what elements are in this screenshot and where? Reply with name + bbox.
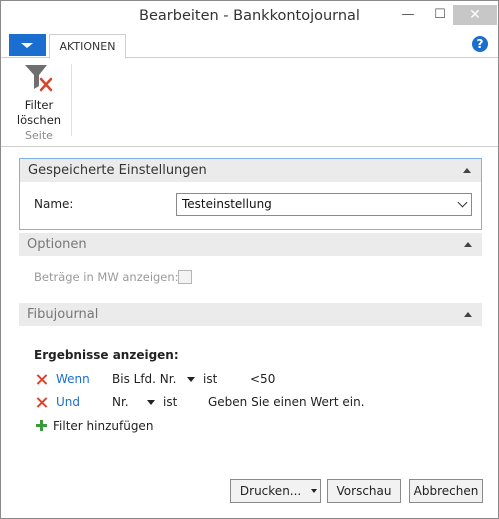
collapse-caret-icon[interactable]	[464, 312, 472, 317]
clear-filter-label-1: Filter	[24, 98, 54, 112]
filter-field[interactable]: Bis Lfd. Nr.	[112, 372, 176, 386]
clear-filter-icon	[25, 65, 53, 92]
field-dropdown-icon[interactable]	[147, 400, 155, 405]
print-dropdown-icon[interactable]	[311, 489, 318, 493]
options-title: Optionen	[27, 237, 87, 252]
add-filter-icon[interactable]	[36, 420, 47, 431]
saved-settings-header[interactable]: Gespeicherte Einstellungen	[20, 159, 481, 182]
dialog-window: Bearbeiten - Bankkontojournal — ☐ ✕ AKTI…	[0, 0, 499, 519]
maximize-button[interactable]: ☐	[429, 5, 451, 25]
filter-connector[interactable]: Und	[56, 395, 80, 409]
tab-aktionen[interactable]: AKTIONEN	[49, 34, 126, 59]
title-bar: Bearbeiten - Bankkontojournal — ☐ ✕	[1, 1, 498, 33]
field-dropdown-icon[interactable]	[187, 377, 195, 382]
chevron-down-icon	[21, 43, 33, 48]
app-menu-button[interactable]	[9, 34, 46, 56]
results-label: Ergebnisse anzeigen:	[34, 348, 179, 362]
ribbon-group-label: Seite	[25, 129, 53, 142]
options-header[interactable]: Optionen	[19, 233, 482, 256]
clear-filter-label-2: löschen	[16, 113, 62, 127]
print-button-label: Drucken...	[239, 484, 302, 498]
preview-button[interactable]: Vorschau	[327, 479, 401, 503]
add-filter-link[interactable]: Filter hinzufügen	[53, 419, 153, 433]
saved-settings-title: Gespeicherte Einstellungen	[28, 163, 207, 178]
ribbon-separator	[71, 64, 72, 136]
dropdown-arrow-icon[interactable]	[457, 197, 468, 208]
filter-value-placeholder[interactable]: Geben Sie einen Wert ein.	[208, 395, 365, 409]
collapse-caret-icon[interactable]	[463, 168, 471, 173]
filter-connector[interactable]: Wenn	[56, 372, 90, 386]
cancel-button[interactable]: Abbrechen	[409, 479, 483, 503]
filter-operator: ist	[163, 395, 178, 409]
ribbon-tabbar: AKTIONEN ?	[1, 33, 498, 59]
fibujournal-header[interactable]: Fibujournal	[19, 303, 482, 326]
lcy-checkbox[interactable]	[178, 270, 192, 284]
filter-operator: ist	[203, 372, 218, 386]
help-icon[interactable]: ?	[472, 36, 488, 52]
close-button[interactable]: ✕	[453, 5, 497, 25]
lcy-label: Beträge in MW anzeigen:	[34, 270, 179, 284]
print-button[interactable]: Drucken...	[230, 479, 321, 503]
name-value: Testeinstellung	[182, 197, 272, 211]
name-label: Name:	[34, 197, 74, 211]
filter-field[interactable]: Nr.	[112, 395, 129, 409]
window-title: Bearbeiten - Bankkontojournal	[139, 8, 360, 24]
clear-filter-button[interactable]: Filter löschen	[13, 62, 65, 127]
remove-filter-icon[interactable]	[36, 374, 47, 385]
fibujournal-title: Fibujournal	[27, 307, 99, 322]
name-select[interactable]: Testeinstellung	[176, 193, 472, 216]
minimize-button[interactable]: —	[397, 5, 419, 25]
remove-filter-icon[interactable]	[36, 397, 47, 408]
collapse-caret-icon[interactable]	[464, 242, 472, 247]
filter-value[interactable]: <50	[250, 372, 275, 386]
ribbon-panel: Filter löschen Seite	[1, 58, 498, 147]
